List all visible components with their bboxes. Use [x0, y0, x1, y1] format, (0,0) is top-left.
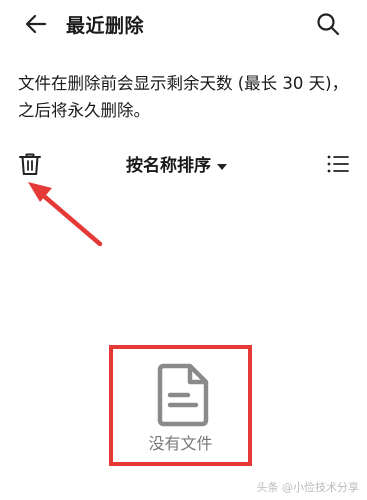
- delete-all-button[interactable]: [14, 150, 46, 182]
- sort-dropdown[interactable]: 按名称排序: [126, 152, 227, 180]
- retention-info-text: 文件在删除前会显示剩余天数 (最长 30 天)，之后将永久删除。: [18, 74, 349, 120]
- view-mode-button[interactable]: [324, 152, 352, 180]
- trash-icon: [18, 151, 42, 181]
- caret-down-icon: [217, 164, 227, 170]
- watermark: 头条 @小俭技术分享: [256, 481, 360, 494]
- search-button[interactable]: [310, 8, 346, 44]
- page-title: 最近删除: [66, 15, 145, 37]
- document-icon: [154, 362, 212, 428]
- empty-state-label: 没有文件: [148, 434, 213, 453]
- list-view-icon: [326, 154, 350, 178]
- sort-label: 按名称排序: [126, 156, 211, 176]
- arrow-left-icon: [23, 11, 49, 41]
- search-icon: [315, 11, 341, 41]
- back-button[interactable]: [18, 8, 54, 44]
